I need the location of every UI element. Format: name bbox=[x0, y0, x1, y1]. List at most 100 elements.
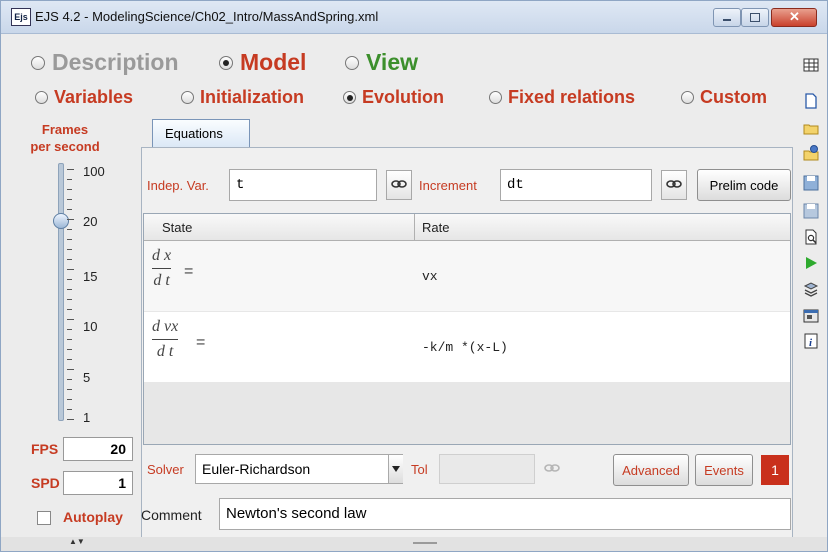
open-folder-icon[interactable] bbox=[803, 121, 819, 137]
solver-value: Euler-Richardson bbox=[202, 461, 311, 477]
events-button[interactable]: Events bbox=[695, 454, 753, 486]
slider-tick bbox=[67, 269, 74, 270]
solver-select[interactable]: Euler-Richardson bbox=[195, 454, 403, 484]
fps-title-line1: Frames bbox=[41, 122, 89, 137]
tab-evolution[interactable]: Evolution bbox=[343, 87, 444, 108]
tab-view[interactable]: View bbox=[345, 49, 418, 76]
radio-initialization[interactable] bbox=[181, 91, 194, 104]
rate-expression[interactable]: -k/m *(x-L) bbox=[422, 340, 508, 355]
increment-link-button[interactable] bbox=[661, 170, 687, 200]
rate-column-header[interactable]: Rate bbox=[422, 220, 449, 235]
advanced-button[interactable]: Advanced bbox=[613, 454, 689, 486]
collapse-arrows-icon[interactable]: ▲▼ bbox=[69, 537, 85, 546]
slider-tick bbox=[67, 359, 72, 360]
tab-initialization[interactable]: Initialization bbox=[181, 87, 304, 108]
package-icon[interactable] bbox=[803, 281, 819, 297]
radio-view[interactable] bbox=[345, 55, 359, 70]
derivative-denominator: d t bbox=[156, 343, 174, 360]
title-bar[interactable]: Ejs EJS 4.2 - ModelingScience/Ch02_Intro… bbox=[1, 1, 827, 34]
equals-sign: = bbox=[184, 263, 194, 280]
fps-field[interactable]: 20 bbox=[63, 437, 133, 461]
equals-sign: = bbox=[196, 334, 206, 351]
tick-label-5: 5 bbox=[83, 370, 91, 385]
indep-var-field[interactable]: t bbox=[229, 169, 377, 201]
chevron-down-icon bbox=[392, 466, 400, 472]
new-file-icon[interactable] bbox=[803, 93, 819, 109]
slider-tick bbox=[67, 259, 72, 260]
equations-table: State Rate d x d t = vx d vx d t = -k/m … bbox=[143, 213, 791, 445]
maximize-button[interactable] bbox=[741, 8, 769, 27]
rate-expression[interactable]: vx bbox=[422, 269, 438, 284]
table-row[interactable]: d vx d t = -k/m *(x-L) bbox=[144, 312, 790, 382]
slider-tick bbox=[67, 309, 72, 310]
options-icon[interactable] bbox=[803, 307, 819, 323]
save-as-icon[interactable] bbox=[803, 203, 819, 219]
fps-title-line2: per second bbox=[30, 139, 100, 154]
slider-tick bbox=[67, 189, 72, 190]
tab-fixed-relations[interactable]: Fixed relations bbox=[489, 87, 635, 108]
spd-field[interactable]: 1 bbox=[63, 471, 133, 495]
bottom-divider[interactable]: ▲▼ bbox=[1, 537, 827, 551]
slider-tick bbox=[67, 379, 72, 380]
table-row[interactable]: d x d t = vx bbox=[144, 241, 790, 311]
state-derivative: d x d t bbox=[152, 247, 172, 290]
state-column-header[interactable]: State bbox=[162, 220, 192, 235]
radio-variables[interactable] bbox=[35, 91, 48, 104]
close-button[interactable]: ✕ bbox=[771, 8, 817, 27]
search-icon[interactable] bbox=[803, 229, 819, 245]
derivative-numerator: d x bbox=[152, 247, 172, 264]
slider-tick bbox=[67, 339, 72, 340]
radio-fixed-relations[interactable] bbox=[489, 91, 502, 104]
close-icon: ✕ bbox=[789, 9, 800, 24]
radio-model[interactable] bbox=[219, 55, 233, 70]
link-icon bbox=[391, 178, 407, 192]
derivative-numerator: d vx bbox=[152, 318, 179, 335]
tol-label: Tol bbox=[411, 462, 428, 477]
tick-label-10: 10 bbox=[83, 319, 98, 334]
radio-evolution[interactable] bbox=[343, 91, 356, 104]
tab-variables[interactable]: Variables bbox=[35, 87, 133, 108]
slider-tick bbox=[67, 409, 72, 410]
tab-model-label: Model bbox=[240, 49, 307, 75]
tab-description-label: Description bbox=[52, 49, 179, 75]
indep-var-link-button[interactable] bbox=[386, 170, 412, 200]
window-title: EJS 4.2 - ModelingScience/Ch02_Intro/Mas… bbox=[35, 9, 379, 24]
fraction-bar bbox=[152, 339, 179, 340]
column-divider[interactable] bbox=[414, 214, 415, 240]
fps-slider-thumb[interactable] bbox=[53, 213, 69, 229]
solver-label: Solver bbox=[147, 462, 184, 477]
slider-tick bbox=[67, 199, 72, 200]
autoplay-checkbox[interactable] bbox=[37, 511, 51, 525]
table-header: State Rate bbox=[144, 214, 790, 241]
tol-field bbox=[439, 454, 535, 484]
comment-field[interactable]: Newton's second law bbox=[219, 498, 791, 530]
events-count-badge: 1 bbox=[761, 455, 789, 485]
minimize-button[interactable] bbox=[713, 8, 741, 27]
tab-evolution-label: Evolution bbox=[362, 87, 444, 107]
frames-per-second-title: Frames per second bbox=[27, 121, 103, 155]
table-icon[interactable] bbox=[803, 57, 819, 73]
radio-custom[interactable] bbox=[681, 91, 694, 104]
spd-label: SPD bbox=[31, 475, 60, 491]
increment-field[interactable]: dt bbox=[500, 169, 652, 201]
radio-description[interactable] bbox=[31, 55, 45, 70]
tick-label-15: 15 bbox=[83, 269, 98, 284]
tick-label-1: 1 bbox=[83, 410, 91, 425]
tick-label-20: 20 bbox=[83, 214, 98, 229]
prelim-code-button[interactable]: Prelim code bbox=[697, 169, 791, 201]
slider-tick bbox=[67, 369, 74, 370]
info-icon[interactable]: i bbox=[803, 333, 819, 349]
fps-slider-track[interactable] bbox=[58, 163, 64, 421]
tab-model[interactable]: Model bbox=[219, 49, 306, 76]
splitter-grip[interactable] bbox=[413, 542, 437, 544]
open-web-icon[interactable] bbox=[803, 145, 819, 161]
tab-description[interactable]: Description bbox=[31, 49, 179, 76]
link-icon bbox=[666, 178, 682, 192]
slider-tick bbox=[67, 319, 74, 320]
run-icon[interactable] bbox=[803, 255, 819, 271]
solver-dropdown-button[interactable] bbox=[388, 455, 403, 483]
save-icon[interactable] bbox=[803, 175, 819, 191]
tick-label-100: 100 bbox=[83, 164, 105, 179]
tab-custom[interactable]: Custom bbox=[681, 87, 767, 108]
tab-equations[interactable]: Equations bbox=[152, 119, 250, 147]
